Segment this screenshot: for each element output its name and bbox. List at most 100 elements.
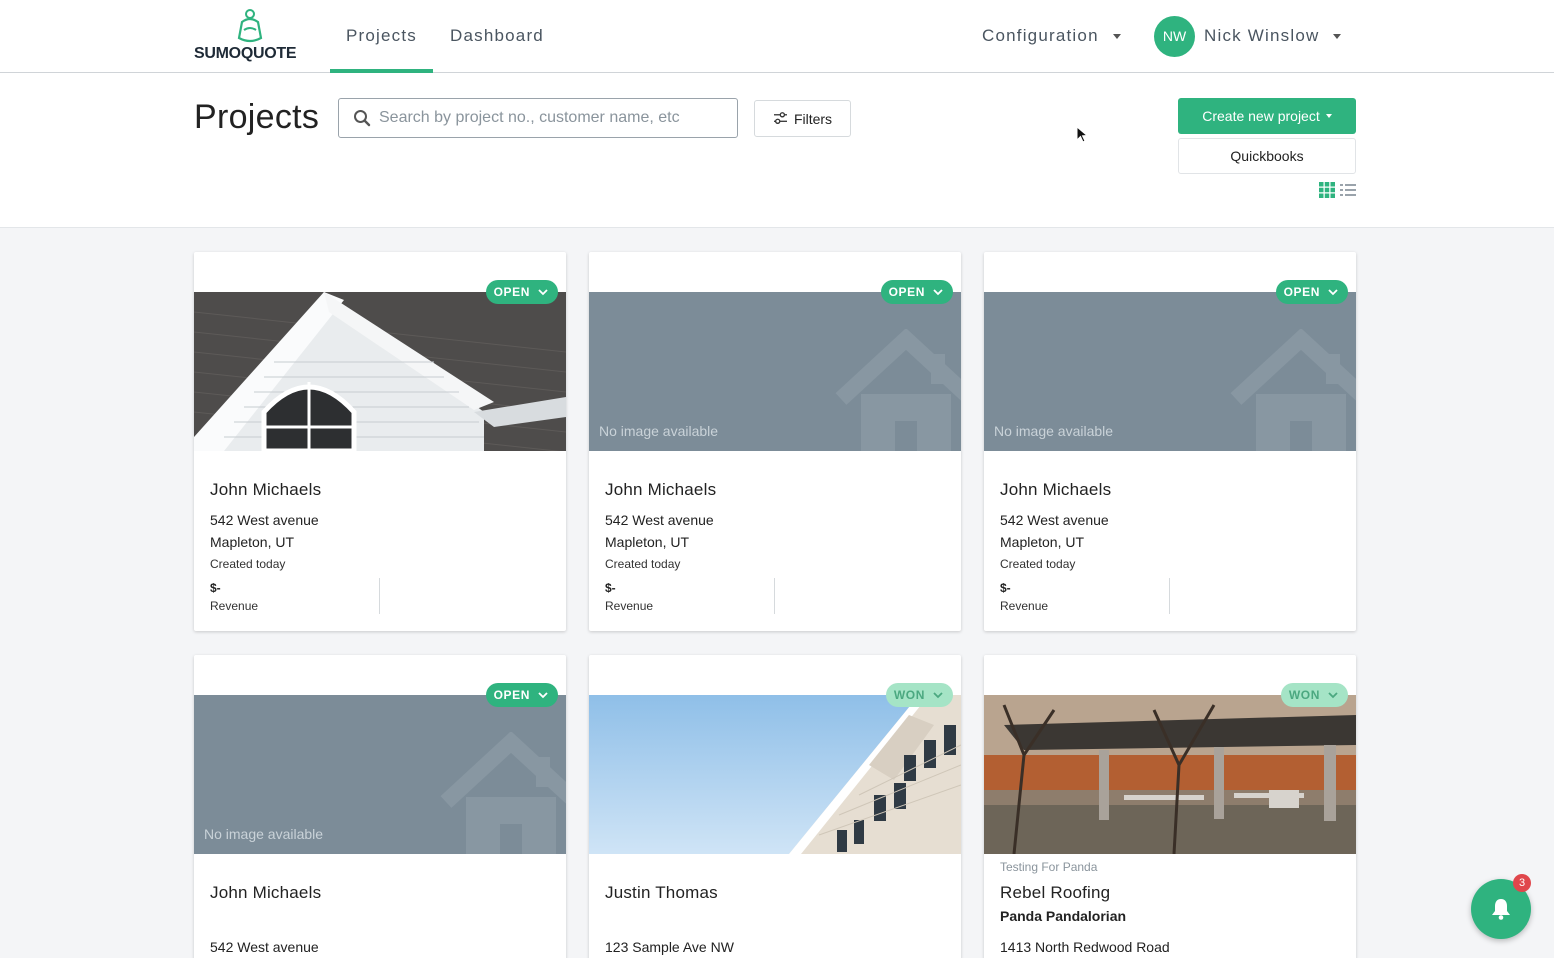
house-placeholder-icon (440, 732, 566, 854)
user-name-label: Nick Winslow (1204, 26, 1320, 45)
customer-name: John Michaels (210, 480, 322, 499)
chevron-down-icon (1333, 34, 1342, 40)
project-image-placeholder: No image available (194, 695, 566, 854)
top-navbar: SUMOQUOTE Projects Dashboard Configurati… (0, 0, 1554, 73)
address-line-1: 542 West avenue (210, 939, 319, 955)
notification-count-badge: 3 (1513, 874, 1531, 892)
created-date: Created today (1000, 557, 1076, 571)
house-placeholder-icon (1230, 329, 1356, 451)
project-image-placeholder: No image available (984, 292, 1356, 451)
chevron-down-icon (933, 692, 943, 699)
address-line-1: 123 Sample Ave NW (605, 939, 734, 955)
status-badge[interactable]: OPEN (880, 280, 953, 304)
divider (774, 578, 775, 614)
chevron-down-icon (538, 289, 548, 296)
tab-dashboard-label: Dashboard (450, 26, 544, 45)
grid-view-icon[interactable] (1319, 182, 1335, 198)
project-card[interactable]: WON Testing For Panda Rebel Roofing Pand… (984, 655, 1356, 958)
project-card[interactable]: OPEN John Michaels 542 West avenue Maple… (194, 252, 566, 631)
chevron-down-icon (1328, 289, 1338, 296)
customer-name: John Michaels (210, 883, 322, 902)
bell-icon (1492, 899, 1510, 920)
revenue-value: $- (210, 581, 221, 595)
create-new-project-button[interactable]: Create new project (1178, 98, 1356, 134)
created-date: Created today (210, 557, 286, 571)
search-input[interactable] (379, 99, 731, 137)
configuration-menu[interactable]: Configuration (982, 0, 1121, 72)
page-title: Projects (194, 98, 320, 136)
revenue-value: $- (1000, 581, 1011, 595)
status-label: WON (1288, 688, 1320, 702)
customer-name: John Michaels (605, 480, 717, 499)
view-toggle (1319, 182, 1357, 198)
customer-name: Justin Thomas (605, 883, 718, 902)
customer-name: John Michaels (1000, 480, 1112, 499)
tab-projects-label: Projects (346, 26, 418, 45)
list-view-icon[interactable] (1340, 183, 1356, 197)
created-date: Created today (605, 557, 681, 571)
chevron-down-icon (1328, 692, 1338, 699)
status-badge[interactable]: OPEN (485, 280, 558, 304)
pavilion-photo (984, 695, 1356, 854)
configuration-label: Configuration (982, 26, 1099, 45)
address-line-2: Mapleton, UT (1000, 534, 1085, 550)
status-badge[interactable]: OPEN (1275, 280, 1348, 304)
company-name: Rebel Roofing (1000, 883, 1111, 902)
address-line-2: Mapleton, UT (210, 534, 295, 550)
no-image-text: No image available (204, 826, 324, 842)
project-subtitle: Testing For Panda (1000, 860, 1098, 874)
house-placeholder-icon (835, 329, 961, 451)
sliders-icon (773, 112, 787, 124)
user-menu[interactable]: Nick Winslow (1204, 0, 1342, 72)
status-label: OPEN (1283, 285, 1320, 299)
address-line-2: Mapleton, UT (605, 534, 690, 550)
revenue-label: Revenue (605, 599, 654, 613)
apartment-photo (589, 695, 961, 854)
logo-wordmark: SUMOQUOTE (194, 45, 297, 62)
divider (379, 578, 380, 614)
revenue-value: $- (605, 581, 616, 595)
chevron-down-icon (1112, 34, 1121, 40)
quickbooks-button[interactable]: Quickbooks (1178, 138, 1356, 174)
status-label: WON (893, 688, 925, 702)
status-badge[interactable]: WON (1280, 683, 1348, 707)
revenue-label: Revenue (1000, 599, 1049, 613)
address-line-1: 1413 North Redwood Road (1000, 939, 1170, 955)
project-card[interactable]: OPEN No image available John Michaels 54… (589, 252, 961, 631)
project-card[interactable]: OPEN No image available John Michaels 54… (984, 252, 1356, 631)
project-card[interactable]: OPEN No image available John Michaels 54… (194, 655, 566, 958)
house-photo (194, 292, 566, 451)
sumo-logo-icon (237, 9, 263, 43)
address-line-1: 542 West avenue (605, 512, 714, 528)
status-label: OPEN (888, 285, 925, 299)
search-icon (354, 110, 371, 127)
chevron-down-icon (1325, 114, 1332, 118)
status-badge[interactable]: OPEN (485, 683, 558, 707)
user-avatar[interactable]: NW (1154, 16, 1195, 57)
project-image (589, 695, 961, 854)
create-label: Create new project (1202, 108, 1320, 124)
mouse-cursor-icon (1076, 126, 1088, 143)
status-label: OPEN (493, 688, 530, 702)
status-label: OPEN (493, 285, 530, 299)
address-line-1: 542 West avenue (1000, 512, 1109, 528)
filters-label: Filters (793, 110, 833, 127)
chevron-down-icon (538, 692, 548, 699)
project-image-placeholder: No image available (589, 292, 961, 451)
divider (1169, 578, 1170, 614)
tab-projects[interactable]: Projects (330, 0, 433, 73)
filters-button[interactable]: Filters (754, 100, 851, 137)
tab-dashboard[interactable]: Dashboard (434, 0, 560, 72)
revenue-label: Revenue (210, 599, 259, 613)
chevron-down-icon (933, 289, 943, 296)
contact-name: Panda Pandalorian (1000, 908, 1127, 924)
sumoquote-logo[interactable]: SUMOQUOTE (194, 8, 306, 64)
address-line-1: 542 West avenue (210, 512, 319, 528)
status-badge[interactable]: WON (885, 683, 953, 707)
project-card[interactable]: WON Justin Thomas 123 Sample Ave NW (589, 655, 961, 958)
search-box[interactable] (338, 98, 738, 138)
project-image (194, 292, 566, 451)
no-image-text: No image available (599, 423, 719, 439)
page-header: Projects Filters Create new project Quic… (0, 73, 1554, 228)
no-image-text: No image available (994, 423, 1114, 439)
